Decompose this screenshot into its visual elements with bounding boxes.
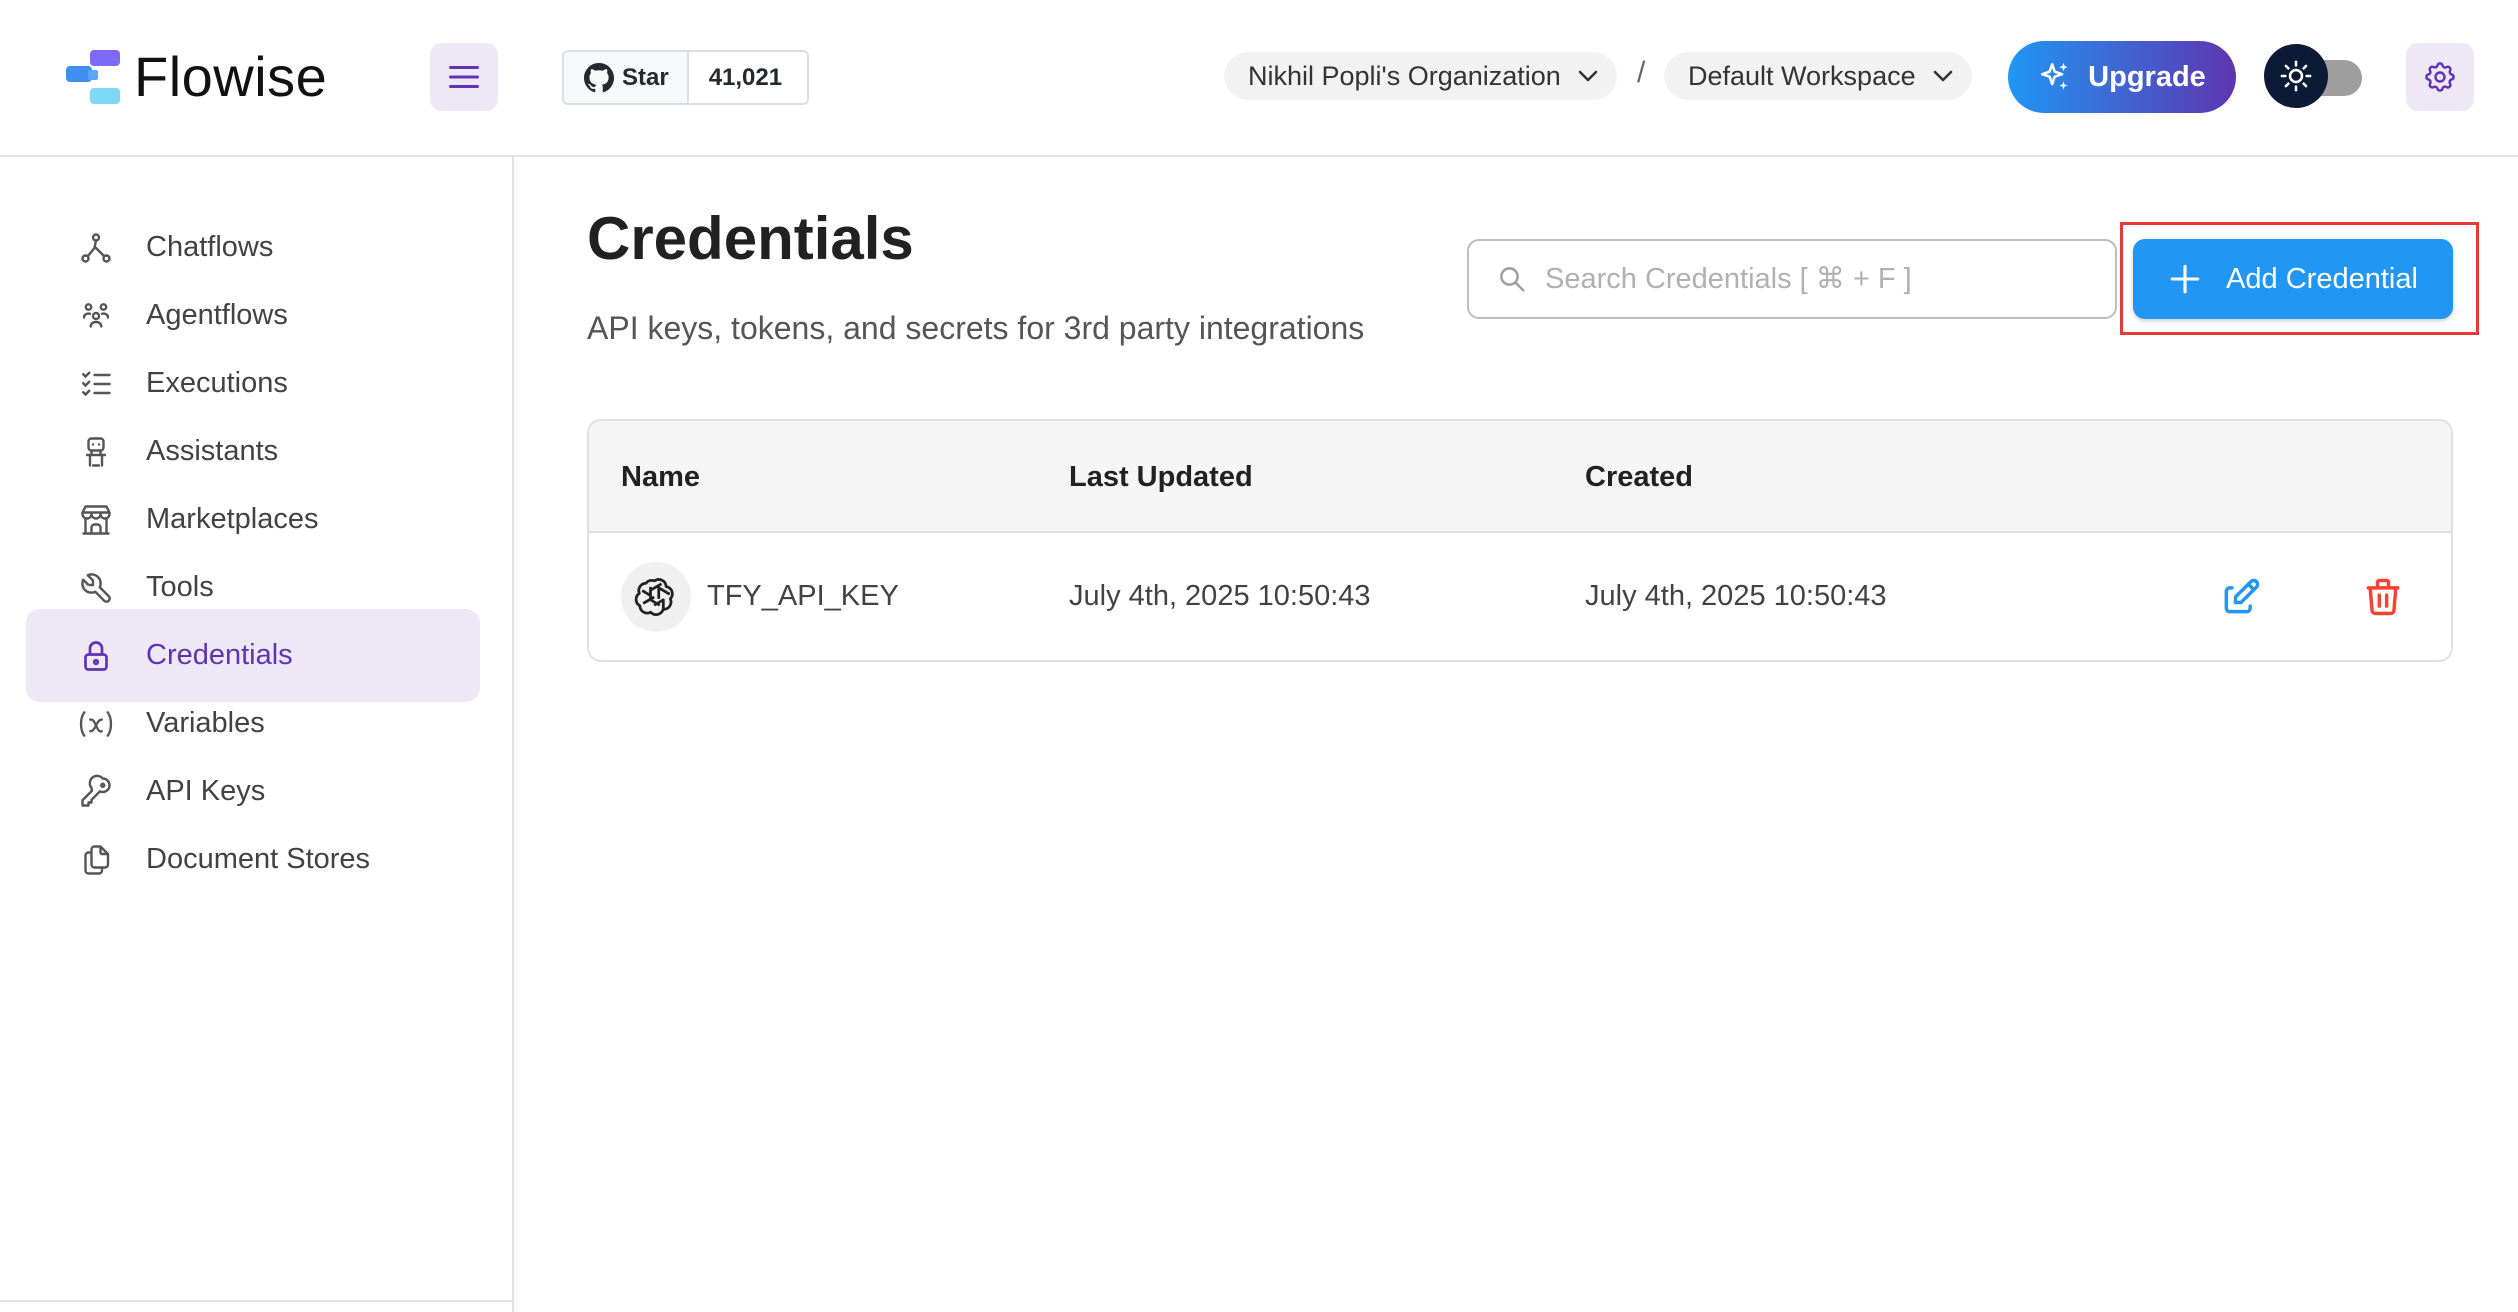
building-store-icon <box>76 500 116 540</box>
github-star-widget[interactable]: Star 41,021 <box>562 50 809 105</box>
edit-icon <box>2224 578 2260 614</box>
column-header-name: Name <box>621 461 700 493</box>
upgrade-button[interactable]: Upgrade <box>2008 41 2236 113</box>
sparkles-icon <box>2041 62 2068 90</box>
files-icon <box>76 840 116 880</box>
github-star-count[interactable]: 41,021 <box>688 52 807 103</box>
page-subtitle: API keys, tokens, and secrets for 3rd pa… <box>587 310 1365 346</box>
openai-icon <box>621 562 691 632</box>
sidebar-item-label: Agentflows <box>146 299 288 331</box>
credential-last-updated: July 4th, 2025 10:50:43 <box>1069 580 1371 612</box>
theme-toggle[interactable] <box>2264 44 2364 108</box>
hierarchy-icon <box>76 228 116 268</box>
flowise-logo[interactable]: Flowise <box>64 44 327 109</box>
highlight-box <box>2120 222 2479 335</box>
breadcrumb-separator: / <box>1637 56 1646 89</box>
sidebar: Chatflows Agentflows Executions Assistan… <box>0 157 514 1312</box>
sidebar-item-label: Document Stores <box>146 843 371 875</box>
top-header: Flowise Star 41,021 Nikhil Popli's Organ… <box>0 0 2518 157</box>
search-input[interactable] <box>1545 262 2105 296</box>
robot-icon <box>76 432 116 472</box>
column-header-created: Created <box>1585 461 1693 493</box>
edit-credential-button[interactable] <box>2215 571 2267 623</box>
sidebar-item-document-stores[interactable]: Document Stores <box>26 813 480 906</box>
credential-created: July 4th, 2025 10:50:43 <box>1585 580 1887 612</box>
chevron-down-icon <box>1578 70 1598 82</box>
lock-icon <box>76 636 116 676</box>
search-icon <box>1500 267 1525 292</box>
github-star-button[interactable]: Star <box>564 52 689 103</box>
flowise-logo-icon <box>66 49 120 104</box>
table-row[interactable]: TFY_API_KEY July 4th, 2025 10:50:43 July… <box>589 533 2451 660</box>
sidebar-item-label: Executions <box>146 367 288 399</box>
github-star-label: Star <box>622 63 669 91</box>
github-icon <box>584 62 614 92</box>
sun-icon <box>2264 44 2328 108</box>
workspace-name: Default Workspace <box>1688 60 1916 91</box>
sidebar-item-label: Chatflows <box>146 231 274 263</box>
upgrade-label: Upgrade <box>2088 60 2206 93</box>
organization-name: Nikhil Popli's Organization <box>1248 60 1561 91</box>
hamburger-icon <box>449 66 479 88</box>
organization-selector[interactable]: Nikhil Popli's Organization <box>1224 52 1617 100</box>
chevron-down-icon <box>1933 70 1952 82</box>
settings-button[interactable] <box>2406 43 2474 111</box>
variable-icon <box>76 704 116 744</box>
app-name: Flowise <box>134 45 328 108</box>
tool-icon <box>76 568 116 608</box>
sidebar-divider <box>0 1300 512 1302</box>
table-header: Name Last Updated Created <box>589 421 2451 533</box>
workspace-selector[interactable]: Default Workspace <box>1664 52 1972 100</box>
page-title: Credentials <box>587 205 914 272</box>
column-header-last-updated: Last Updated <box>1069 461 1253 493</box>
sidebar-item-label: Marketplaces <box>146 503 319 535</box>
users-group-icon <box>76 296 116 336</box>
menu-toggle-button[interactable] <box>430 43 498 111</box>
list-check-icon <box>76 364 116 404</box>
sidebar-item-label: Assistants <box>146 435 279 467</box>
key-icon <box>76 772 116 812</box>
sidebar-item-label: Tools <box>146 571 214 603</box>
sidebar-item-label: Credentials <box>146 639 293 671</box>
gear-icon <box>2425 62 2455 92</box>
sidebar-item-label: API Keys <box>146 775 266 807</box>
credentials-table: Name Last Updated Created TFY_API_KEY Ju… <box>587 419 2453 662</box>
trash-icon <box>2366 578 2400 616</box>
credential-name: TFY_API_KEY <box>707 580 899 612</box>
delete-credential-button[interactable] <box>2357 571 2409 623</box>
sidebar-item-label: Variables <box>146 707 265 739</box>
search-credentials[interactable] <box>1467 239 2117 319</box>
